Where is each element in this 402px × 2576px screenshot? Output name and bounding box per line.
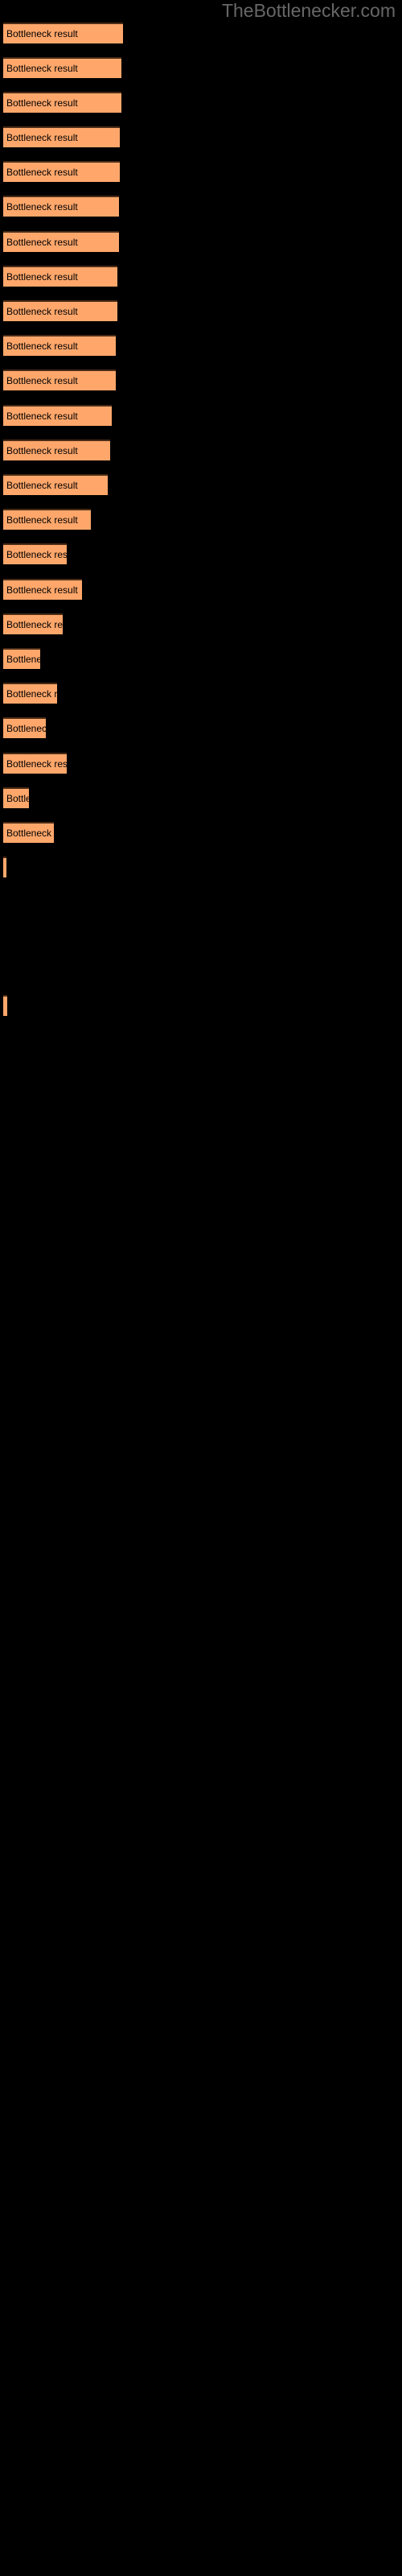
bar[interactable]: Bottleneck result	[3, 787, 29, 808]
bar-label: Bottleneck result	[6, 201, 78, 213]
bar[interactable]: Bottleneck result	[3, 509, 91, 530]
bar-label: Bottleneck result	[6, 514, 78, 526]
bar-row[interactable]: Bottleneck result	[3, 57, 121, 78]
bar-label: Bottleneck result	[6, 411, 78, 422]
bar-label: Bottleneck result	[6, 271, 78, 283]
bar[interactable]: Bottleneck result	[3, 613, 63, 634]
bar-label: Bottleneck result	[6, 63, 78, 74]
bar-label: Bottleneck result	[6, 793, 29, 804]
bar[interactable]: Bottleneck result	[3, 23, 123, 43]
bar-row[interactable]: Bottleneck result	[3, 266, 117, 287]
bar-row[interactable]: Bottleneck result	[3, 995, 7, 1016]
bar[interactable]: Bottleneck result	[3, 717, 46, 738]
bar-row[interactable]: Bottleneck result	[3, 92, 121, 113]
bar-row[interactable]: Bottleneck result	[3, 126, 120, 147]
bar-row[interactable]: Bottleneck result	[3, 543, 67, 564]
bar-row[interactable]: Bottleneck result	[3, 509, 91, 530]
bar-label: Bottleneck result	[6, 654, 40, 665]
bar-label: Bottleneck result	[6, 584, 78, 596]
bar-label: Bottleneck result	[6, 28, 78, 39]
bar[interactable]: Bottleneck result	[3, 266, 117, 287]
bar-label: Bottleneck result	[6, 723, 46, 734]
bar-series: Bottleneck result Bottleneck result Bottle…	[0, 0, 402, 2576]
bar-label: Bottleneck result	[6, 132, 78, 143]
bar-row[interactable]: Bottleneck result	[3, 23, 123, 43]
bar-label: Bottleneck result	[6, 619, 63, 630]
bar-row[interactable]: Bottleneck result	[3, 369, 116, 390]
bar-label: Bottleneck result	[6, 549, 67, 560]
bar-row[interactable]: Bottleneck result	[3, 717, 46, 738]
bottleneck-chart: TheBottlenecker.com Bottleneck result Bot…	[0, 0, 402, 2576]
bar-label: Bottleneck result	[6, 1001, 7, 1012]
bar[interactable]: Bottleneck result	[3, 440, 110, 460]
bar-row[interactable]: Bottleneck result	[3, 822, 54, 843]
bar-row[interactable]: Bottleneck result	[3, 405, 112, 426]
bar[interactable]: Bottleneck result	[3, 683, 57, 704]
bar[interactable]: Bottleneck result	[3, 405, 112, 426]
bar[interactable]: Bottleneck result	[3, 822, 54, 843]
bar-row[interactable]: Bottleneck result	[3, 787, 29, 808]
bar-row[interactable]: Bottleneck result	[3, 335, 116, 356]
bar[interactable]: Bottleneck result	[3, 474, 108, 495]
bar[interactable]: Bottleneck result	[3, 231, 119, 252]
bar-label: Bottleneck result	[6, 237, 78, 248]
bar-row[interactable]: Bottleneck result	[3, 196, 119, 217]
bar-label: Bottleneck result	[6, 375, 78, 386]
bar-label: Bottleneck result	[6, 306, 78, 317]
bar-row[interactable]: Bottleneck result	[3, 613, 63, 634]
bar[interactable]: Bottleneck result	[3, 92, 121, 113]
bar-label: Bottleneck result	[6, 480, 78, 491]
bar-row[interactable]: Bottleneck result	[3, 231, 119, 252]
bar[interactable]: Bottleneck result	[3, 196, 119, 217]
bar-label: Bottleneck result	[6, 167, 78, 178]
bar[interactable]: Bottleneck result	[3, 369, 116, 390]
bar-row[interactable]: Bottleneck result	[3, 579, 82, 600]
bar-row[interactable]: Bottleneck result	[3, 683, 57, 704]
bar-row[interactable]: Bottleneck result	[3, 753, 67, 774]
bar-row[interactable]: Bottleneck result	[3, 440, 110, 460]
bar[interactable]: Bottleneck result	[3, 579, 82, 600]
bar[interactable]: Bottleneck result	[3, 300, 117, 321]
bar[interactable]: Bottleneck result	[3, 335, 116, 356]
bar-label: Bottleneck result	[6, 688, 57, 700]
bar[interactable]: Bottleneck result	[3, 57, 121, 78]
bar-row[interactable]: Bottleneck result	[3, 648, 40, 669]
bar-label: Bottleneck result	[6, 341, 78, 352]
bar-label: Bottleneck result	[6, 828, 54, 839]
bar-label: Bottleneck result	[6, 97, 78, 109]
bar-label: Bottleneck result	[6, 445, 78, 456]
bar[interactable]: Bottleneck result	[3, 753, 67, 774]
bar[interactable]: Bottleneck result	[3, 126, 120, 147]
bar[interactable]: Bottleneck result	[3, 995, 7, 1016]
bar[interactable]: Bottleneck result	[3, 648, 40, 669]
bar-row[interactable]: Bottleneck result	[3, 857, 6, 877]
bar-row[interactable]: Bottleneck result	[3, 300, 117, 321]
bar-row[interactable]: Bottleneck result	[3, 161, 120, 182]
bar[interactable]: Bottleneck result	[3, 857, 6, 877]
bar-row[interactable]: Bottleneck result	[3, 474, 108, 495]
bar[interactable]: Bottleneck result	[3, 161, 120, 182]
bar-label: Bottleneck result	[6, 758, 67, 770]
bar[interactable]: Bottleneck result	[3, 543, 67, 564]
